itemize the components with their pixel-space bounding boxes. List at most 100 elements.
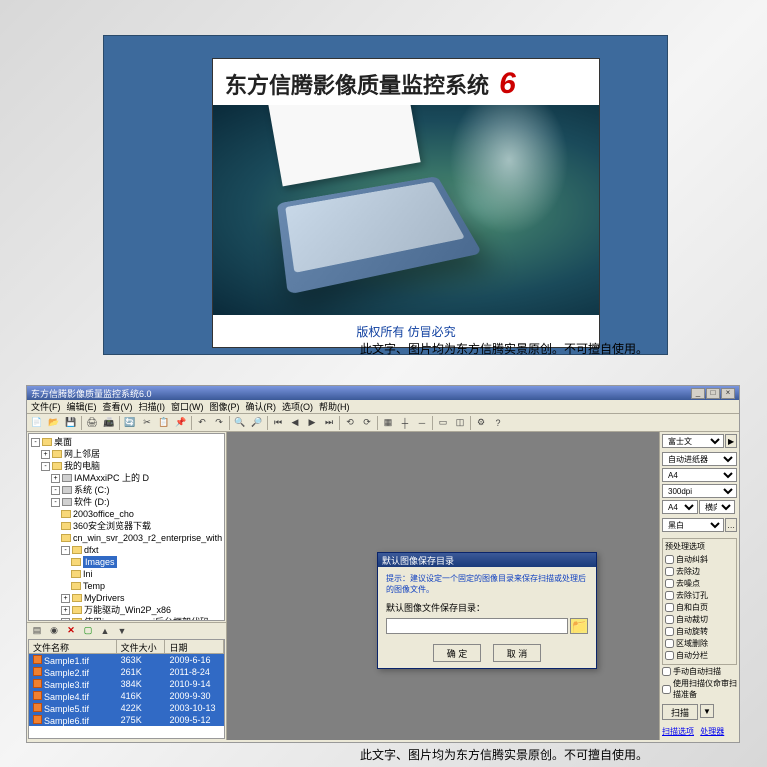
file-list[interactable]: 文件名称文件大小日期 Sample1.tif363K2009-6-16Sampl… xyxy=(28,639,225,739)
preprocess-option[interactable]: 自和白页 xyxy=(665,602,734,613)
file-row[interactable]: Sample1.tif363K2009-6-16 xyxy=(29,654,224,666)
tree-toggle-icon[interactable]: - xyxy=(61,546,70,555)
save-path-input[interactable] xyxy=(386,618,568,634)
prev-page-icon[interactable]: ◀ xyxy=(287,415,303,431)
close-button[interactable]: × xyxy=(721,388,735,399)
print-icon[interactable]: 🖨 xyxy=(84,415,100,431)
column-header[interactable]: 文件大小 xyxy=(117,640,166,653)
menu-item[interactable]: 扫描(I) xyxy=(139,400,166,413)
rotate-left-icon[interactable]: ⟲ xyxy=(342,415,358,431)
tree-node[interactable]: Temp xyxy=(31,580,222,592)
tree-toggle-icon[interactable]: + xyxy=(41,450,50,459)
open-icon[interactable]: 📂 xyxy=(46,415,62,431)
preprocess-option[interactable]: 自动裁切 xyxy=(665,614,734,625)
menu-item[interactable]: 窗口(W) xyxy=(171,400,204,413)
orientation-select[interactable]: 横向 xyxy=(699,500,735,514)
up-icon[interactable]: ▲ xyxy=(97,623,113,639)
file-row[interactable]: Sample4.tif416K2009-9-30 xyxy=(29,690,224,702)
tree-toggle-icon[interactable]: + xyxy=(61,606,70,615)
tree-toggle-icon[interactable]: + xyxy=(61,594,70,603)
column-header[interactable]: 日期 xyxy=(165,640,224,653)
tree-toggle-icon[interactable]: + xyxy=(51,474,60,483)
preprocess-option[interactable]: 去噪点 xyxy=(665,578,734,589)
file-row[interactable]: Sample5.tif422K2003-10-13 xyxy=(29,702,224,714)
tree-toggle-icon[interactable]: - xyxy=(51,498,60,507)
new-icon[interactable]: 📄 xyxy=(29,415,45,431)
tree-node[interactable]: Images xyxy=(31,556,222,568)
folder-tree[interactable]: -桌面+网上邻居-我的电脑+IAMAxxiPC 上的 D-系统 (C:)-软件 … xyxy=(28,433,225,621)
file-row[interactable]: Sample2.tif261K2011-8-24 xyxy=(29,666,224,678)
refresh-icon[interactable]: 🔄 xyxy=(122,415,138,431)
help-icon[interactable]: ? xyxy=(490,415,506,431)
tree-node[interactable]: +IAMAxxiPC 上的 D xyxy=(31,472,222,484)
mode-select[interactable]: A4 xyxy=(662,500,698,514)
last-page-icon[interactable]: ⏭ xyxy=(321,415,337,431)
tree-toggle-icon[interactable]: - xyxy=(31,438,40,447)
grid-icon[interactable]: ▦ xyxy=(380,415,396,431)
scan-dropdown-icon[interactable]: ▼ xyxy=(700,704,714,718)
menu-item[interactable]: 查看(V) xyxy=(103,400,133,413)
scan-button[interactable]: 扫描 xyxy=(662,704,698,720)
preprocess-option[interactable]: 去除边 xyxy=(665,566,734,577)
scan-options-link[interactable]: 扫描选项 xyxy=(662,727,694,736)
menu-item[interactable]: 帮助(H) xyxy=(319,400,350,413)
zoom-out-icon[interactable]: 🔎 xyxy=(249,415,265,431)
tree-node[interactable]: 2003office_cho xyxy=(31,508,222,520)
file-row[interactable]: Sample3.tif384K2010-9-14 xyxy=(29,678,224,690)
color-select[interactable]: 黑白 xyxy=(662,518,724,532)
tree-toggle-icon[interactable]: - xyxy=(41,462,50,471)
tree-node[interactable]: 360安全浏览器下载 xyxy=(31,520,222,532)
settings-icon[interactable]: ⚙ xyxy=(473,415,489,431)
menu-item[interactable]: 选项(O) xyxy=(282,400,313,413)
dpi-select[interactable]: 300dpi xyxy=(662,484,737,498)
tree-node[interactable]: +网上邻居 xyxy=(31,448,222,460)
copy-icon[interactable]: 📋 xyxy=(156,415,172,431)
horizontal-split-icon[interactable]: ─ xyxy=(414,415,430,431)
window-titlebar[interactable]: 东方信腾影像质量监控系统6.0 _ □ × xyxy=(27,386,739,400)
tree-node[interactable]: Ini xyxy=(31,568,222,580)
menu-item[interactable]: 图像(P) xyxy=(210,400,240,413)
save-icon[interactable]: 💾 xyxy=(63,415,79,431)
cut-icon[interactable]: ✂ xyxy=(139,415,155,431)
browse-button[interactable]: 📁 xyxy=(570,618,588,634)
preprocess-option[interactable]: 自动分栏 xyxy=(665,650,734,661)
maximize-button[interactable]: □ xyxy=(706,388,720,399)
color-more-icon[interactable]: … xyxy=(725,518,737,532)
undo-icon[interactable]: ↶ xyxy=(194,415,210,431)
dialog-titlebar[interactable]: 默认图像保存目录 xyxy=(378,553,596,567)
tree-toggle-icon[interactable]: + xyxy=(61,618,70,622)
tree-node[interactable]: -桌面 xyxy=(31,436,222,448)
feeder-select[interactable]: 自动进纸器 xyxy=(662,452,737,466)
ok-button[interactable]: 确 定 xyxy=(433,644,481,662)
cancel-button[interactable]: 取 消 xyxy=(493,644,541,662)
tree-node[interactable]: +万能驱动_Win2P_x86 xyxy=(31,604,222,616)
vertical-split-icon[interactable]: ┼ xyxy=(397,415,413,431)
select-all-icon[interactable]: ◉ xyxy=(46,623,62,639)
paste-icon[interactable]: 📌 xyxy=(173,415,189,431)
menu-item[interactable]: 编辑(E) xyxy=(67,400,97,413)
menu-item[interactable]: 确认(R) xyxy=(246,400,277,413)
preprocess-option[interactable]: 去除订孔 xyxy=(665,590,734,601)
file-row[interactable]: Sample6.tif275K2009-5-12 xyxy=(29,714,224,726)
manual-scan-check[interactable]: 手动自动扫描 xyxy=(662,666,737,677)
preprocess-option[interactable]: 自动旋转 xyxy=(665,626,734,637)
next-page-icon[interactable]: ▶ xyxy=(304,415,320,431)
down-icon[interactable]: ▼ xyxy=(114,623,130,639)
single-scan-check[interactable]: 使用扫描仪命审扫描准备 xyxy=(662,678,737,700)
tree-node[interactable]: cn_win_svr_2003_r2_enterprise_with_sp2 xyxy=(31,532,222,544)
select-icon[interactable]: ◫ xyxy=(452,415,468,431)
paper-select[interactable]: A4 xyxy=(662,468,737,482)
scan-icon[interactable]: 📠 xyxy=(101,415,117,431)
menu-item[interactable]: 文件(F) xyxy=(31,400,61,413)
tree-node[interactable]: -软件 (D:) xyxy=(31,496,222,508)
redo-icon[interactable]: ↷ xyxy=(211,415,227,431)
processor-link[interactable]: 处理器 xyxy=(700,727,724,736)
tree-node[interactable]: +MyDrivers xyxy=(31,592,222,604)
delete-icon[interactable]: ✕ xyxy=(63,623,79,639)
column-header[interactable]: 文件名称 xyxy=(29,640,117,653)
tree-node[interactable]: -系统 (C:) xyxy=(31,484,222,496)
tree-node[interactable]: -我的电脑 xyxy=(31,460,222,472)
minimize-button[interactable]: _ xyxy=(691,388,705,399)
preprocess-option[interactable]: 自动纠斜 xyxy=(665,554,734,565)
list-view-icon[interactable]: ▤ xyxy=(29,623,45,639)
